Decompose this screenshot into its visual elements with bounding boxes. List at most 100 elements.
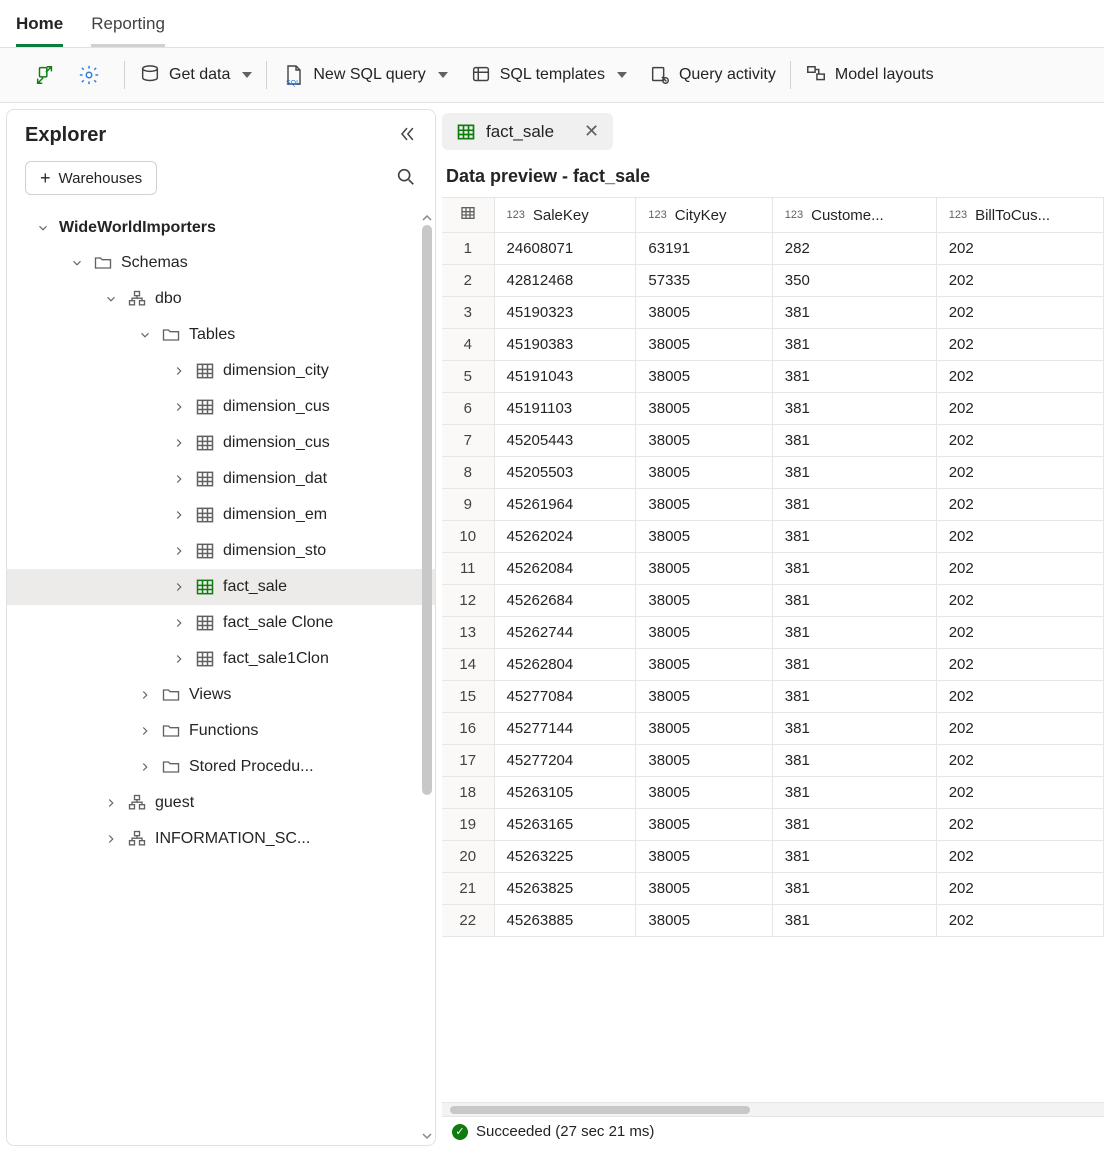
- table-row[interactable]: 214526382538005381202: [442, 873, 1104, 905]
- row-number[interactable]: 9: [442, 489, 494, 521]
- cell[interactable]: 45262684: [494, 585, 636, 617]
- column-header[interactable]: 123CityKey: [636, 198, 772, 233]
- close-tab-button[interactable]: ✕: [584, 121, 599, 142]
- cell[interactable]: 45263885: [494, 905, 636, 937]
- collapse-explorer-button[interactable]: [397, 124, 417, 147]
- tab-reporting[interactable]: Reporting: [91, 8, 165, 47]
- cell[interactable]: 202: [936, 713, 1103, 745]
- row-number[interactable]: 20: [442, 841, 494, 873]
- tree-guest-row[interactable]: guest: [7, 785, 435, 821]
- scrollbar-thumb[interactable]: [450, 1106, 750, 1114]
- table-row[interactable]: 54519104338005381202: [442, 361, 1104, 393]
- search-button[interactable]: [395, 166, 417, 191]
- row-number[interactable]: 11: [442, 553, 494, 585]
- cell[interactable]: 202: [936, 425, 1103, 457]
- row-number[interactable]: 21: [442, 873, 494, 905]
- cell[interactable]: 202: [936, 809, 1103, 841]
- row-number[interactable]: 6: [442, 393, 494, 425]
- row-number[interactable]: 10: [442, 521, 494, 553]
- cell[interactable]: 202: [936, 681, 1103, 713]
- cell[interactable]: 38005: [636, 649, 772, 681]
- cell[interactable]: 45190323: [494, 297, 636, 329]
- cell[interactable]: 202: [936, 745, 1103, 777]
- cell[interactable]: 381: [772, 777, 936, 809]
- cell[interactable]: 38005: [636, 713, 772, 745]
- add-warehouses-button[interactable]: + Warehouses: [25, 161, 157, 195]
- cell[interactable]: 381: [772, 649, 936, 681]
- cell[interactable]: 381: [772, 425, 936, 457]
- tree-tables-row[interactable]: Tables: [7, 317, 435, 353]
- cell[interactable]: 38005: [636, 585, 772, 617]
- tab-home[interactable]: Home: [16, 8, 63, 47]
- table-row[interactable]: 154527708438005381202: [442, 681, 1104, 713]
- table-row[interactable]: 64519110338005381202: [442, 393, 1104, 425]
- table-row[interactable]: 184526310538005381202: [442, 777, 1104, 809]
- table-row[interactable]: 204526322538005381202: [442, 841, 1104, 873]
- table-row[interactable]: 44519038338005381202: [442, 329, 1104, 361]
- table-row[interactable]: 144526280438005381202: [442, 649, 1104, 681]
- cell[interactable]: 202: [936, 777, 1103, 809]
- cell[interactable]: 381: [772, 553, 936, 585]
- cell[interactable]: 202: [936, 841, 1103, 873]
- cell[interactable]: 38005: [636, 905, 772, 937]
- cell[interactable]: 45263165: [494, 809, 636, 841]
- tree-scroll-down[interactable]: [421, 1129, 433, 1141]
- table-row[interactable]: 34519032338005381202: [442, 297, 1104, 329]
- cell[interactable]: 350: [772, 265, 936, 297]
- cell[interactable]: 381: [772, 297, 936, 329]
- grid-corner[interactable]: [442, 198, 494, 233]
- tree-table-item[interactable]: dimension_dat: [7, 461, 435, 497]
- cell[interactable]: 381: [772, 745, 936, 777]
- cell[interactable]: 381: [772, 521, 936, 553]
- table-row[interactable]: 74520544338005381202: [442, 425, 1104, 457]
- row-number[interactable]: 22: [442, 905, 494, 937]
- cell[interactable]: 202: [936, 553, 1103, 585]
- cell[interactable]: 381: [772, 873, 936, 905]
- row-number[interactable]: 16: [442, 713, 494, 745]
- tree-table-item[interactable]: fact_sale: [7, 569, 435, 605]
- cell[interactable]: 381: [772, 457, 936, 489]
- row-number[interactable]: 19: [442, 809, 494, 841]
- cell[interactable]: 381: [772, 681, 936, 713]
- tree-table-item[interactable]: dimension_cus: [7, 425, 435, 461]
- row-number[interactable]: 17: [442, 745, 494, 777]
- cell[interactable]: 45191043: [494, 361, 636, 393]
- cell[interactable]: 45190383: [494, 329, 636, 361]
- cell[interactable]: 202: [936, 361, 1103, 393]
- cell[interactable]: 381: [772, 393, 936, 425]
- cell[interactable]: 45277084: [494, 681, 636, 713]
- cell[interactable]: 42812468: [494, 265, 636, 297]
- row-number[interactable]: 13: [442, 617, 494, 649]
- row-number[interactable]: 18: [442, 777, 494, 809]
- table-row[interactable]: 24281246857335350202: [442, 265, 1104, 297]
- table-row[interactable]: 194526316538005381202: [442, 809, 1104, 841]
- cell[interactable]: 381: [772, 905, 936, 937]
- row-number[interactable]: 3: [442, 297, 494, 329]
- cell[interactable]: 38005: [636, 297, 772, 329]
- cell[interactable]: 381: [772, 713, 936, 745]
- cell[interactable]: 38005: [636, 681, 772, 713]
- row-number[interactable]: 14: [442, 649, 494, 681]
- cell[interactable]: 38005: [636, 393, 772, 425]
- cell[interactable]: 38005: [636, 361, 772, 393]
- horizontal-scrollbar[interactable]: [442, 1102, 1104, 1116]
- cell[interactable]: 38005: [636, 489, 772, 521]
- column-header[interactable]: 123Custome...: [772, 198, 936, 233]
- settings-button[interactable]: [70, 59, 108, 91]
- cell[interactable]: 282: [772, 233, 936, 265]
- table-row[interactable]: 114526208438005381202: [442, 553, 1104, 585]
- cell[interactable]: 381: [772, 329, 936, 361]
- cell[interactable]: 45262744: [494, 617, 636, 649]
- cell[interactable]: 57335: [636, 265, 772, 297]
- tree-infoschema-row[interactable]: INFORMATION_SC...: [7, 821, 435, 857]
- table-row[interactable]: 104526202438005381202: [442, 521, 1104, 553]
- cell[interactable]: 45261964: [494, 489, 636, 521]
- cell[interactable]: 381: [772, 361, 936, 393]
- cell[interactable]: 45263105: [494, 777, 636, 809]
- query-activity-button[interactable]: Query activity: [641, 59, 784, 91]
- tree-table-item[interactable]: dimension_cus: [7, 389, 435, 425]
- row-number[interactable]: 7: [442, 425, 494, 457]
- row-number[interactable]: 12: [442, 585, 494, 617]
- tree-dbo-row[interactable]: dbo: [7, 281, 435, 317]
- cell[interactable]: 38005: [636, 553, 772, 585]
